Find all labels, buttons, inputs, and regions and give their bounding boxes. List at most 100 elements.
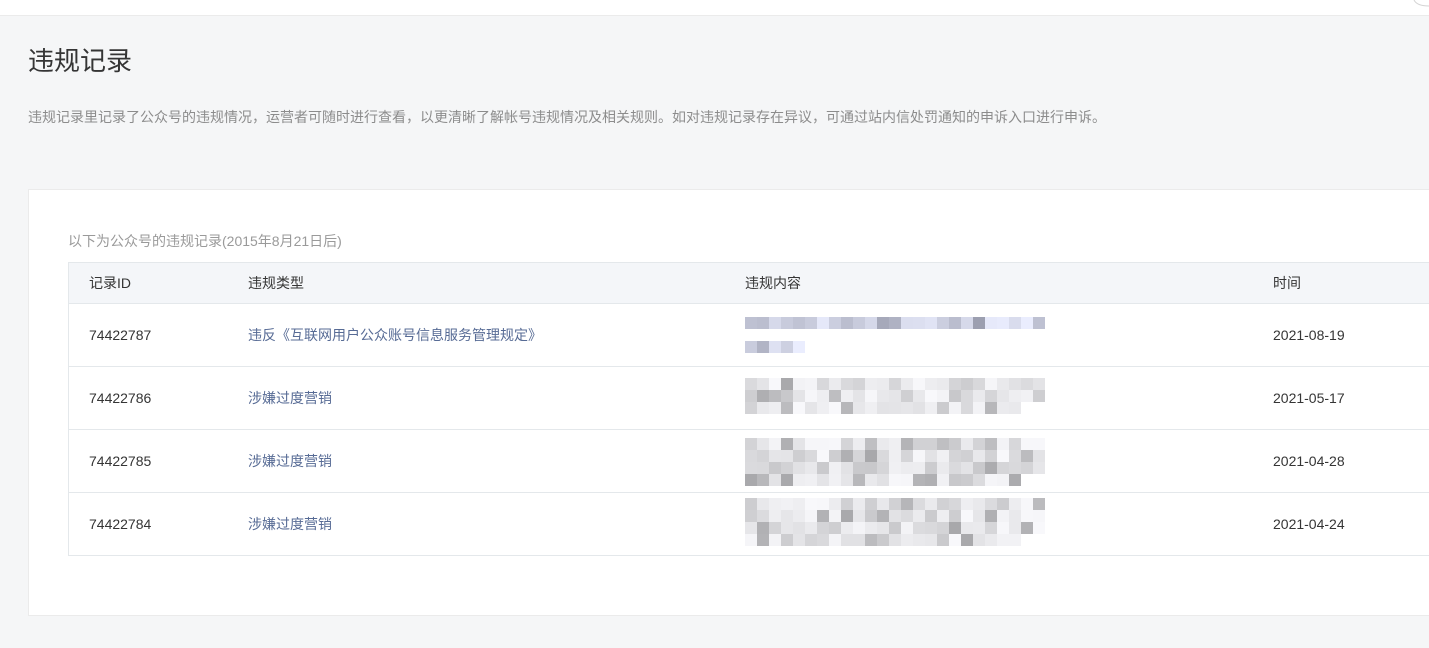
mosaic-pixel — [901, 390, 913, 402]
mosaic-pixel — [889, 522, 901, 534]
mosaic-pixel — [793, 438, 805, 450]
mosaic-pixel — [793, 462, 805, 474]
mosaic-pixel — [769, 341, 781, 353]
mosaic-pixel — [997, 462, 1009, 474]
mosaic-pixel — [805, 390, 817, 402]
mosaic-pixel — [757, 534, 769, 546]
table-header-row: 记录ID 违规类型 违规内容 时间 — [69, 263, 1429, 304]
violation-content-cell — [725, 493, 1253, 555]
mosaic-pixel — [949, 378, 961, 390]
violation-content-cell — [725, 304, 1253, 366]
mosaic-pixel — [853, 438, 865, 450]
mosaic-pixel — [793, 341, 805, 353]
mosaic-pixel — [865, 534, 877, 546]
mosaic-pixel — [745, 462, 757, 474]
mosaic-pixel — [913, 534, 925, 546]
mosaic-pixel — [817, 378, 829, 390]
mosaic-pixel — [1021, 498, 1033, 510]
mosaic-pixel — [841, 474, 853, 486]
mosaic-pixel — [853, 450, 865, 462]
mosaic-pixel — [841, 317, 853, 329]
mosaic-pixel — [937, 534, 949, 546]
mosaic-pixel — [961, 450, 973, 462]
violation-type-link[interactable]: 涉嫌过度营销 — [248, 451, 332, 471]
mosaic-pixel — [757, 450, 769, 462]
mosaic-pixel — [913, 462, 925, 474]
mosaic-pixel — [805, 402, 817, 414]
mosaic-pixel — [877, 510, 889, 522]
mosaic-pixel — [817, 522, 829, 534]
mosaic-pixel — [781, 534, 793, 546]
column-header-content: 违规内容 — [745, 275, 801, 291]
mosaic-pixel — [781, 317, 793, 329]
mosaic-pixel — [937, 510, 949, 522]
mosaic-pixel — [745, 474, 757, 486]
mosaic-pixel — [757, 378, 769, 390]
mosaic-pixel — [937, 474, 949, 486]
mosaic-pixel — [1009, 462, 1021, 474]
mosaic-pixel — [889, 390, 901, 402]
mosaic-pixel — [757, 390, 769, 402]
mosaic-pixel — [757, 498, 769, 510]
mosaic-pixel — [841, 498, 853, 510]
mosaic-pixel — [745, 341, 757, 353]
mosaic-pixel — [829, 522, 841, 534]
mosaic-pixel — [769, 390, 781, 402]
mosaic-pixel — [757, 341, 769, 353]
date-cell: 2021-05-17 — [1273, 390, 1345, 406]
mosaic-pixel — [877, 522, 889, 534]
mosaic-pixel — [1033, 438, 1045, 450]
mosaic-pixel — [853, 522, 865, 534]
mosaic-pixel — [949, 462, 961, 474]
mosaic-pixel — [961, 534, 973, 546]
mosaic-pixel — [1009, 450, 1021, 462]
mosaic-pixel — [925, 462, 937, 474]
mosaic-pixel — [997, 402, 1009, 414]
mosaic-pixel — [973, 378, 985, 390]
mosaic-pixel — [805, 510, 817, 522]
violation-type-link[interactable]: 涉嫌过度营销 — [248, 514, 332, 534]
mosaic-pixel — [925, 450, 937, 462]
mosaic-pixel — [793, 498, 805, 510]
mosaic-pixel — [889, 462, 901, 474]
mosaic-pixel — [985, 474, 997, 486]
mosaic-pixel — [805, 438, 817, 450]
mosaic-pixel — [865, 522, 877, 534]
mosaic-pixel — [901, 474, 913, 486]
mosaic-pixel — [937, 462, 949, 474]
mosaic-pixel — [805, 450, 817, 462]
mosaic-pixel — [769, 498, 781, 510]
mosaic-pixel — [745, 534, 757, 546]
mosaic-pixel — [961, 402, 973, 414]
mosaic-pixel — [949, 534, 961, 546]
mosaic-pixel — [997, 534, 1009, 546]
mosaic-pixel — [757, 438, 769, 450]
mosaic-pixel — [901, 438, 913, 450]
page-title: 违规记录 — [28, 46, 133, 76]
violation-type-link[interactable]: 违反《互联网用户公众账号信息服务管理规定》 — [248, 325, 542, 345]
violation-type-link[interactable]: 涉嫌过度营销 — [248, 388, 332, 408]
mosaic-pixel — [841, 438, 853, 450]
mosaic-pixel — [925, 510, 937, 522]
mosaic-pixel — [769, 378, 781, 390]
redacted-content-mosaic — [745, 378, 1045, 414]
mosaic-pixel — [805, 534, 817, 546]
mosaic-pixel — [985, 510, 997, 522]
mosaic-pixel — [985, 390, 997, 402]
mosaic-pixel — [841, 450, 853, 462]
mosaic-pixel — [973, 534, 985, 546]
date-cell: 2021-04-24 — [1273, 516, 1345, 532]
mosaic-pixel — [925, 498, 937, 510]
mosaic-pixel — [853, 462, 865, 474]
date-cell: 2021-08-19 — [1273, 327, 1345, 343]
mosaic-pixel — [925, 438, 937, 450]
mosaic-pixel — [745, 390, 757, 402]
mosaic-pixel — [817, 462, 829, 474]
mosaic-pixel — [961, 510, 973, 522]
mosaic-pixel — [841, 402, 853, 414]
mosaic-pixel — [937, 522, 949, 534]
mosaic-pixel — [853, 510, 865, 522]
mosaic-pixel — [1021, 390, 1033, 402]
mosaic-pixel — [877, 462, 889, 474]
mosaic-pixel — [781, 450, 793, 462]
